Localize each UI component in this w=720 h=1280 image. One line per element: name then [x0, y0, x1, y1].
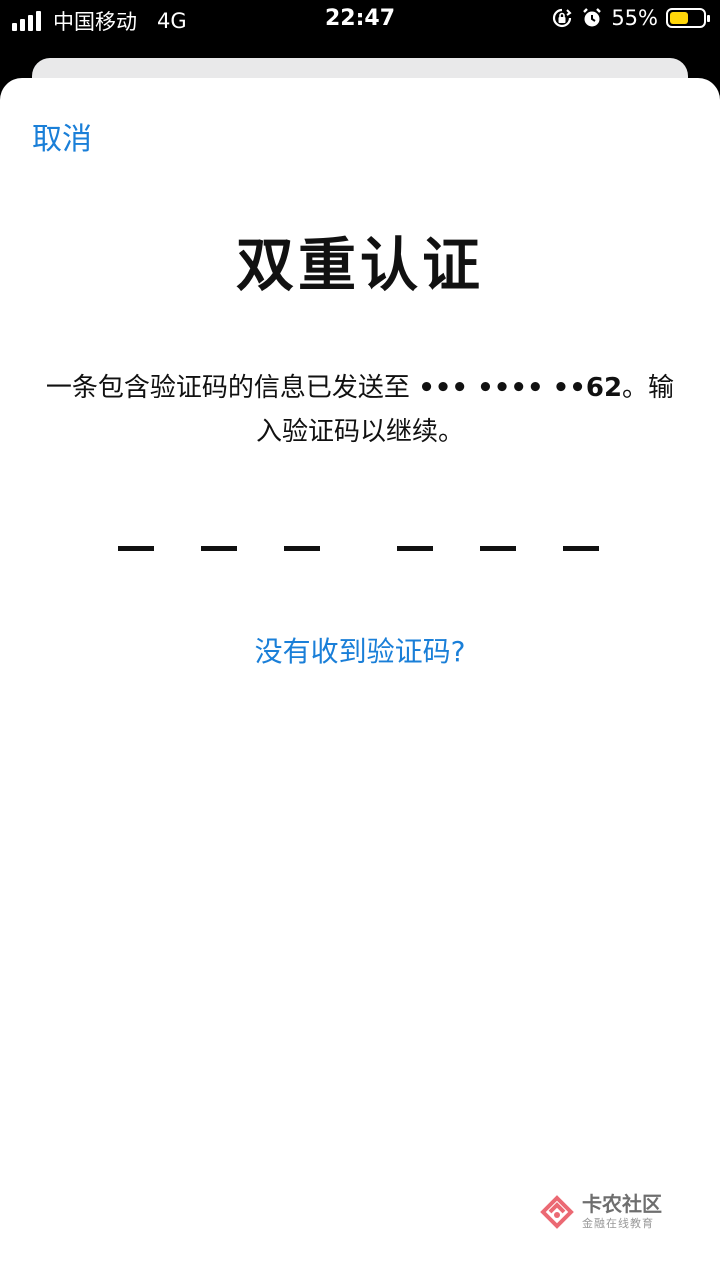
code-digit-slot[interactable]	[284, 546, 320, 551]
status-right: 55%	[551, 6, 710, 30]
code-digit-slot[interactable]	[563, 546, 599, 551]
battery-icon	[666, 8, 710, 28]
rotation-lock-icon	[553, 8, 572, 28]
status-bar: 中国移动 4G 22:47 55%	[0, 0, 720, 40]
resend-code-link[interactable]: 没有收到验证码?	[0, 630, 720, 670]
verification-message: 一条包含验证码的信息已发送至 ••• •••• ••62。输入验证码以继续。	[40, 366, 680, 454]
page-title: 双重认证	[235, 231, 484, 299]
watermark: 卡农社区 金融在线教育	[540, 1194, 662, 1229]
battery-level	[670, 12, 688, 24]
watermark-tagline: 金融在线教育	[582, 1217, 654, 1230]
cancel-button[interactable]: 取消	[32, 114, 92, 158]
alarm-icon	[583, 8, 602, 27]
battery-percent: 55%	[611, 6, 658, 30]
code-digit-slot[interactable]	[480, 546, 516, 551]
verification-code-input[interactable]	[0, 546, 720, 556]
masked-phone-number: ••• •••• ••62	[418, 373, 623, 403]
watermark-logo-icon	[540, 1194, 574, 1229]
code-digit-slot[interactable]	[201, 546, 237, 551]
code-digit-slot[interactable]	[397, 546, 433, 551]
message-prefix: 一条包含验证码的信息已发送至	[45, 373, 419, 403]
watermark-name: 卡农社区	[582, 1192, 662, 1216]
code-digit-slot[interactable]	[118, 546, 154, 551]
two-factor-sheet: 取消 双重认证 一条包含验证码的信息已发送至 ••• •••• ••62。输入验…	[0, 78, 720, 1280]
